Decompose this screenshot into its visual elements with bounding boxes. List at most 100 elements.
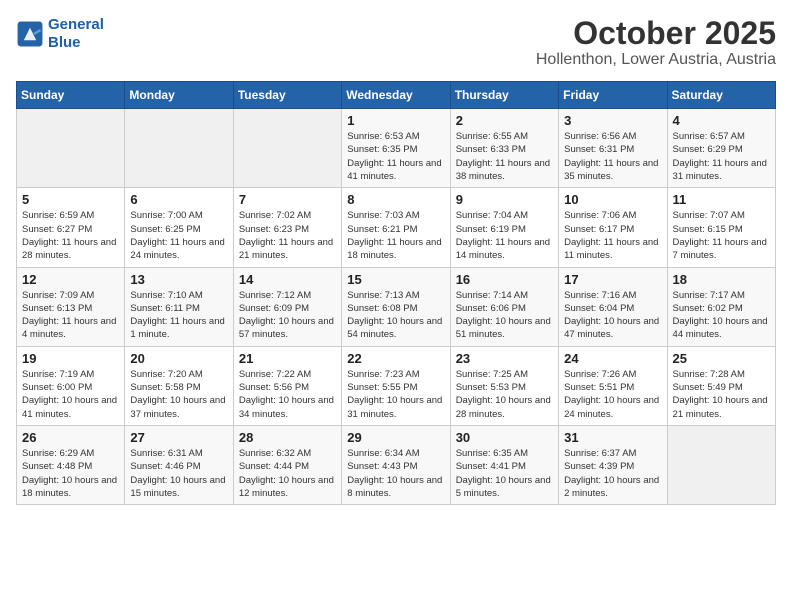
day-info: Sunrise: 7:07 AM Sunset: 6:15 PM Dayligh… bbox=[673, 209, 770, 262]
calendar-cell: 10 Sunrise: 7:06 AM Sunset: 6:17 PM Dayli… bbox=[559, 188, 667, 267]
calendar-cell: 17 Sunrise: 7:16 AM Sunset: 6:04 PM Dayli… bbox=[559, 267, 667, 346]
logo-text: General Blue bbox=[48, 16, 104, 52]
day-info: Sunrise: 6:37 AM Sunset: 4:39 PM Dayligh… bbox=[564, 447, 661, 500]
calendar-cell: 1Sunrise: 6:53 AM Sunset: 6:35 PM Daylig… bbox=[342, 109, 450, 188]
calendar-cell: 20 Sunrise: 7:20 AM Sunset: 5:58 PM Dayli… bbox=[125, 346, 233, 425]
day-info: Sunrise: 7:10 AM Sunset: 6:11 PM Dayligh… bbox=[130, 289, 227, 342]
weekday-header-saturday: Saturday bbox=[667, 82, 775, 109]
day-info: Sunrise: 6:59 AM Sunset: 6:27 PM Dayligh… bbox=[22, 209, 119, 262]
logo-icon bbox=[16, 20, 44, 48]
calendar-cell: 25 Sunrise: 7:28 AM Sunset: 5:49 PM Dayli… bbox=[667, 346, 775, 425]
calendar-cell: 4 Sunrise: 6:57 AM Sunset: 6:29 PM Daylig… bbox=[667, 109, 775, 188]
calendar-cell: 24 Sunrise: 7:26 AM Sunset: 5:51 PM Dayli… bbox=[559, 346, 667, 425]
calendar-cell: 15 Sunrise: 7:13 AM Sunset: 6:08 PM Dayli… bbox=[342, 267, 450, 346]
calendar-cell: 22Sunrise: 7:23 AM Sunset: 5:55 PM Dayli… bbox=[342, 346, 450, 425]
day-number: 25 bbox=[673, 351, 770, 366]
weekday-header-sunday: Sunday bbox=[17, 82, 125, 109]
day-info: Sunrise: 6:31 AM Sunset: 4:46 PM Dayligh… bbox=[130, 447, 227, 500]
calendar-cell bbox=[233, 109, 341, 188]
day-info: Sunrise: 7:16 AM Sunset: 6:04 PM Dayligh… bbox=[564, 289, 661, 342]
day-info: Sunrise: 7:13 AM Sunset: 6:08 PM Dayligh… bbox=[347, 289, 444, 342]
calendar-cell: 31 Sunrise: 6:37 AM Sunset: 4:39 PM Dayli… bbox=[559, 425, 667, 504]
day-number: 19 bbox=[22, 351, 119, 366]
day-number: 13 bbox=[130, 272, 227, 287]
calendar-cell: 13 Sunrise: 7:10 AM Sunset: 6:11 PM Dayli… bbox=[125, 267, 233, 346]
day-number: 11 bbox=[673, 192, 770, 207]
day-number: 8 bbox=[347, 192, 444, 207]
calendar-cell: 9 Sunrise: 7:04 AM Sunset: 6:19 PM Daylig… bbox=[450, 188, 558, 267]
page-header: General Blue October 2025 Hollenthon, Lo… bbox=[16, 16, 776, 69]
calendar-cell: 3Sunrise: 6:56 AM Sunset: 6:31 PM Daylig… bbox=[559, 109, 667, 188]
day-info: Sunrise: 7:22 AM Sunset: 5:56 PM Dayligh… bbox=[239, 368, 336, 421]
day-info: Sunrise: 7:02 AM Sunset: 6:23 PM Dayligh… bbox=[239, 209, 336, 262]
weekday-header-thursday: Thursday bbox=[450, 82, 558, 109]
calendar-cell: 30Sunrise: 6:35 AM Sunset: 4:41 PM Dayli… bbox=[450, 425, 558, 504]
weekday-header-row: SundayMondayTuesdayWednesdayThursdayFrid… bbox=[17, 82, 776, 109]
weekday-header-monday: Monday bbox=[125, 82, 233, 109]
day-number: 23 bbox=[456, 351, 553, 366]
day-info: Sunrise: 6:35 AM Sunset: 4:41 PM Dayligh… bbox=[456, 447, 553, 500]
day-info: Sunrise: 7:04 AM Sunset: 6:19 PM Dayligh… bbox=[456, 209, 553, 262]
day-info: Sunrise: 7:14 AM Sunset: 6:06 PM Dayligh… bbox=[456, 289, 553, 342]
day-number: 18 bbox=[673, 272, 770, 287]
month-title: October 2025 bbox=[536, 16, 776, 51]
calendar-cell: 8Sunrise: 7:03 AM Sunset: 6:21 PM Daylig… bbox=[342, 188, 450, 267]
weekday-header-tuesday: Tuesday bbox=[233, 82, 341, 109]
day-number: 27 bbox=[130, 430, 227, 445]
day-number: 31 bbox=[564, 430, 661, 445]
calendar-cell: 18 Sunrise: 7:17 AM Sunset: 6:02 PM Dayli… bbox=[667, 267, 775, 346]
weekday-header-friday: Friday bbox=[559, 82, 667, 109]
day-info: Sunrise: 6:57 AM Sunset: 6:29 PM Dayligh… bbox=[673, 130, 770, 183]
calendar-cell: 2 Sunrise: 6:55 AM Sunset: 6:33 PM Daylig… bbox=[450, 109, 558, 188]
calendar-cell: 16 Sunrise: 7:14 AM Sunset: 6:06 PM Dayli… bbox=[450, 267, 558, 346]
day-number: 22 bbox=[347, 351, 444, 366]
day-number: 1 bbox=[347, 113, 444, 128]
day-number: 9 bbox=[456, 192, 553, 207]
day-info: Sunrise: 7:28 AM Sunset: 5:49 PM Dayligh… bbox=[673, 368, 770, 421]
day-info: Sunrise: 7:26 AM Sunset: 5:51 PM Dayligh… bbox=[564, 368, 661, 421]
weekday-header-wednesday: Wednesday bbox=[342, 82, 450, 109]
title-block: October 2025 Hollenthon, Lower Austria, … bbox=[536, 16, 776, 69]
calendar-cell: 11 Sunrise: 7:07 AM Sunset: 6:15 PM Dayli… bbox=[667, 188, 775, 267]
day-info: Sunrise: 7:17 AM Sunset: 6:02 PM Dayligh… bbox=[673, 289, 770, 342]
day-number: 5 bbox=[22, 192, 119, 207]
calendar-week-row: 1Sunrise: 6:53 AM Sunset: 6:35 PM Daylig… bbox=[17, 109, 776, 188]
calendar-cell: 6Sunrise: 7:00 AM Sunset: 6:25 PM Daylig… bbox=[125, 188, 233, 267]
calendar-cell: 5 Sunrise: 6:59 AM Sunset: 6:27 PM Daylig… bbox=[17, 188, 125, 267]
day-number: 16 bbox=[456, 272, 553, 287]
day-number: 24 bbox=[564, 351, 661, 366]
day-number: 26 bbox=[22, 430, 119, 445]
day-info: Sunrise: 7:06 AM Sunset: 6:17 PM Dayligh… bbox=[564, 209, 661, 262]
calendar-cell: 14Sunrise: 7:12 AM Sunset: 6:09 PM Dayli… bbox=[233, 267, 341, 346]
day-number: 14 bbox=[239, 272, 336, 287]
calendar-cell bbox=[17, 109, 125, 188]
calendar-cell: 26Sunrise: 6:29 AM Sunset: 4:48 PM Dayli… bbox=[17, 425, 125, 504]
day-info: Sunrise: 6:56 AM Sunset: 6:31 PM Dayligh… bbox=[564, 130, 661, 183]
calendar-cell: 29 Sunrise: 6:34 AM Sunset: 4:43 PM Dayli… bbox=[342, 425, 450, 504]
day-number: 12 bbox=[22, 272, 119, 287]
day-number: 29 bbox=[347, 430, 444, 445]
calendar-week-row: 26Sunrise: 6:29 AM Sunset: 4:48 PM Dayli… bbox=[17, 425, 776, 504]
day-number: 4 bbox=[673, 113, 770, 128]
day-number: 15 bbox=[347, 272, 444, 287]
day-number: 21 bbox=[239, 351, 336, 366]
day-info: Sunrise: 7:20 AM Sunset: 5:58 PM Dayligh… bbox=[130, 368, 227, 421]
day-info: Sunrise: 6:32 AM Sunset: 4:44 PM Dayligh… bbox=[239, 447, 336, 500]
day-info: Sunrise: 7:19 AM Sunset: 6:00 PM Dayligh… bbox=[22, 368, 119, 421]
day-number: 2 bbox=[456, 113, 553, 128]
calendar-cell: 27 Sunrise: 6:31 AM Sunset: 4:46 PM Dayli… bbox=[125, 425, 233, 504]
day-number: 20 bbox=[130, 351, 227, 366]
day-number: 10 bbox=[564, 192, 661, 207]
calendar-cell bbox=[125, 109, 233, 188]
calendar-week-row: 5 Sunrise: 6:59 AM Sunset: 6:27 PM Daylig… bbox=[17, 188, 776, 267]
logo: General Blue bbox=[16, 16, 104, 52]
day-info: Sunrise: 7:25 AM Sunset: 5:53 PM Dayligh… bbox=[456, 368, 553, 421]
day-info: Sunrise: 6:55 AM Sunset: 6:33 PM Dayligh… bbox=[456, 130, 553, 183]
day-number: 28 bbox=[239, 430, 336, 445]
day-number: 17 bbox=[564, 272, 661, 287]
location-subtitle: Hollenthon, Lower Austria, Austria bbox=[536, 51, 776, 69]
day-info: Sunrise: 7:09 AM Sunset: 6:13 PM Dayligh… bbox=[22, 289, 119, 342]
calendar-cell bbox=[667, 425, 775, 504]
calendar-week-row: 12 Sunrise: 7:09 AM Sunset: 6:13 PM Dayli… bbox=[17, 267, 776, 346]
day-info: Sunrise: 6:34 AM Sunset: 4:43 PM Dayligh… bbox=[347, 447, 444, 500]
